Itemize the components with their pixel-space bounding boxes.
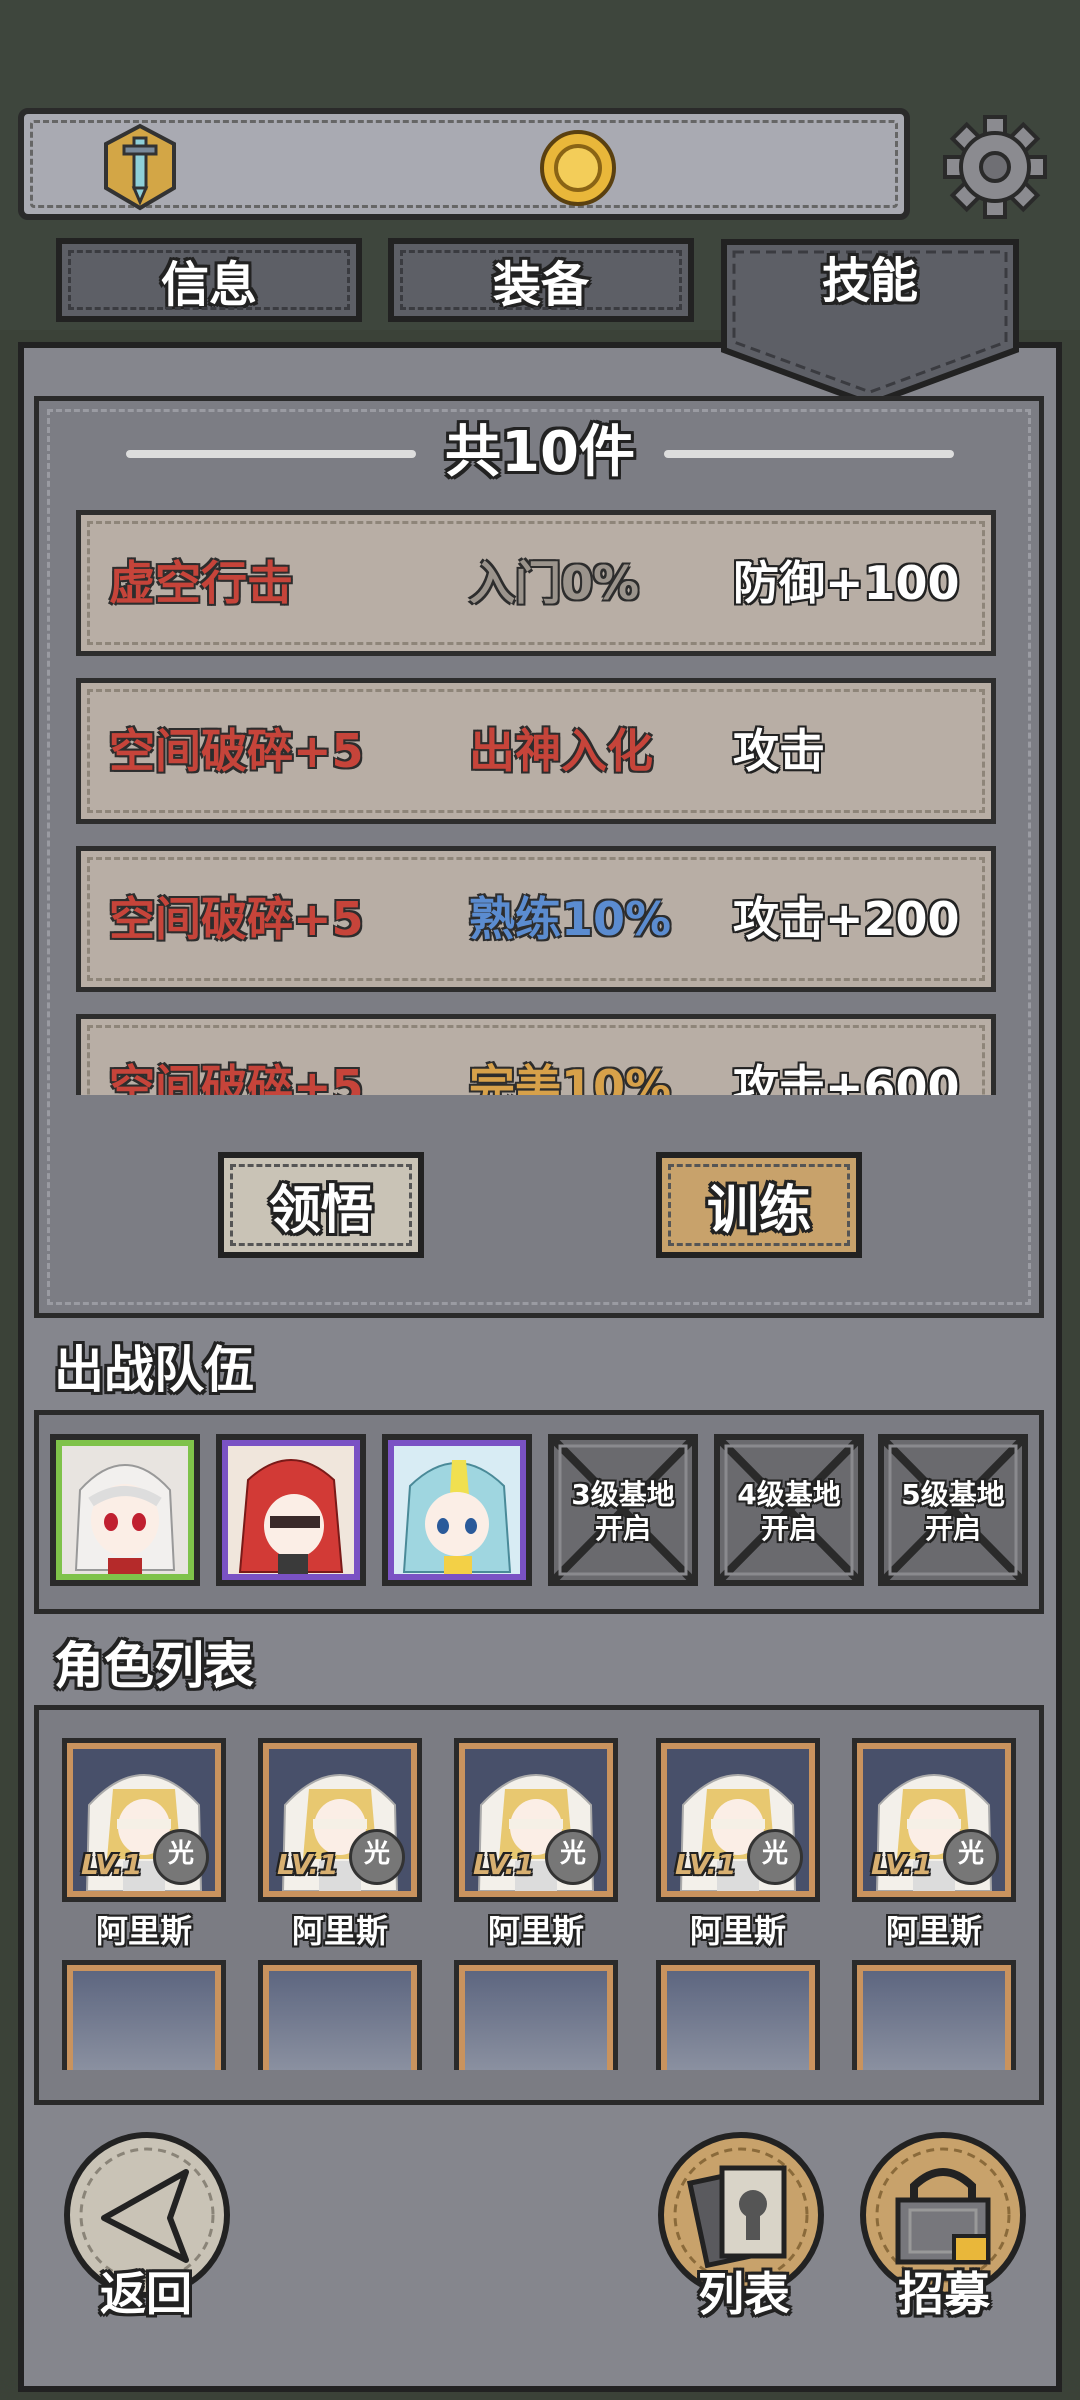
tab-equipment[interactable]: 装备 (388, 238, 694, 322)
skill-list[interactable]: 虚空行击 入门0% 防御+100 空间破碎+5 出神入化 攻击+1000 空间破… (72, 505, 1002, 1095)
card-name: 阿里斯 (291, 1912, 388, 1950)
team-slot-2[interactable] (216, 1434, 366, 1586)
back-label: 返回 (100, 2267, 192, 2321)
divider-right (664, 450, 954, 458)
team-slot-3[interactable] (382, 1434, 532, 1586)
skill-level: 出神入化 (469, 724, 653, 778)
roster-card[interactable]: LV.1 光 (62, 1738, 226, 1902)
unlock-label: 开启 (924, 1512, 981, 1545)
card-name: 阿里斯 (95, 1912, 192, 1950)
element-badge: 光 (747, 1829, 803, 1885)
roster-card[interactable]: LV.1 光 (454, 1738, 618, 1902)
skill-level: 完美10% (469, 1060, 672, 1095)
empty-roster-card[interactable] (62, 1960, 226, 2070)
skill-total-count: 共10件 (445, 420, 635, 485)
skill-level: 入门0% (469, 556, 640, 610)
coin-icon (540, 130, 616, 206)
element-badge: 光 (943, 1829, 999, 1885)
gear-icon[interactable] (940, 112, 1050, 222)
hero-portrait-blue-hair (394, 1446, 520, 1574)
tab-skills-label: 技能 (821, 253, 918, 309)
roster-card[interactable]: LV.1 光 (852, 1738, 1016, 1902)
hero-portrait-white-hair (62, 1446, 188, 1574)
card-name: 阿里斯 (487, 1912, 584, 1950)
element-badge: 光 (349, 1829, 405, 1885)
skill-row[interactable]: 虚空行击 入门0% 防御+100 (76, 510, 996, 656)
hero-portrait-red-hair (228, 1446, 354, 1574)
card-level: LV.1 (473, 1848, 535, 1881)
team-slot-locked-6[interactable]: 5级基地 开启 (878, 1434, 1028, 1586)
train-button[interactable]: 训练 (656, 1152, 862, 1258)
team-title: 出战队伍 (54, 1341, 254, 1399)
list-label: 列表 (698, 2267, 790, 2321)
skill-bonus: 攻击+600 (733, 1060, 960, 1095)
unlock-label: 开启 (760, 1512, 817, 1545)
empty-roster-card[interactable] (852, 1960, 1016, 2070)
empty-roster-card[interactable] (656, 1960, 820, 2070)
team-slot-1[interactable] (50, 1434, 200, 1586)
skill-row[interactable]: 空间破碎+5 出神入化 攻击+1000 (76, 678, 996, 914)
element-badge: 光 (545, 1829, 601, 1885)
skill-row[interactable]: 空间破碎+5 完美10% 攻击+600 (76, 1014, 996, 1095)
unlock-label: 开启 (594, 1512, 651, 1545)
card-level: LV.1 (871, 1848, 933, 1881)
skill-name: 空间破碎+5 (109, 724, 364, 778)
card-level: LV.1 (675, 1848, 737, 1881)
tab-info[interactable]: 信息 (56, 238, 362, 322)
element-badge: 光 (153, 1829, 209, 1885)
unlock-requirement: 4级基地 (737, 1478, 841, 1511)
empty-roster-card[interactable] (454, 1960, 618, 2070)
card-level: LV.1 (277, 1848, 339, 1881)
skill-name: 空间破碎+5 (109, 1060, 364, 1095)
card-name: 阿里斯 (885, 1912, 982, 1950)
team-slot-locked-5[interactable]: 4级基地 开启 (714, 1434, 864, 1586)
skill-bonus: 攻击+1000 (733, 724, 900, 914)
roster-title: 角色列表 (54, 1637, 254, 1695)
roster-card[interactable]: LV.1 光 (656, 1738, 820, 1902)
skill-bonus: 防御+100 (733, 556, 960, 610)
unlock-requirement: 5级基地 (901, 1478, 1005, 1511)
sword-icon (104, 123, 176, 211)
skill-row[interactable]: 空间破碎+5 熟练10% 攻击+200 (76, 846, 996, 992)
skill-name: 虚空行击 (109, 556, 293, 610)
divider-left (126, 450, 416, 458)
recruit-label: 招募 (898, 2267, 990, 2321)
skill-bonus: 攻击+200 (733, 892, 960, 946)
card-level: LV.1 (81, 1848, 143, 1881)
comprehend-button[interactable]: 领悟 (218, 1152, 424, 1258)
team-slot-locked-4[interactable]: 3级基地 开启 (548, 1434, 698, 1586)
card-name: 阿里斯 (689, 1912, 786, 1950)
empty-roster-card[interactable] (258, 1960, 422, 2070)
roster-card[interactable]: LV.1 光 (258, 1738, 422, 1902)
unlock-requirement: 3级基地 (571, 1478, 675, 1511)
skill-name: 空间破碎+5 (109, 892, 364, 946)
skill-level: 熟练10% (469, 892, 672, 946)
